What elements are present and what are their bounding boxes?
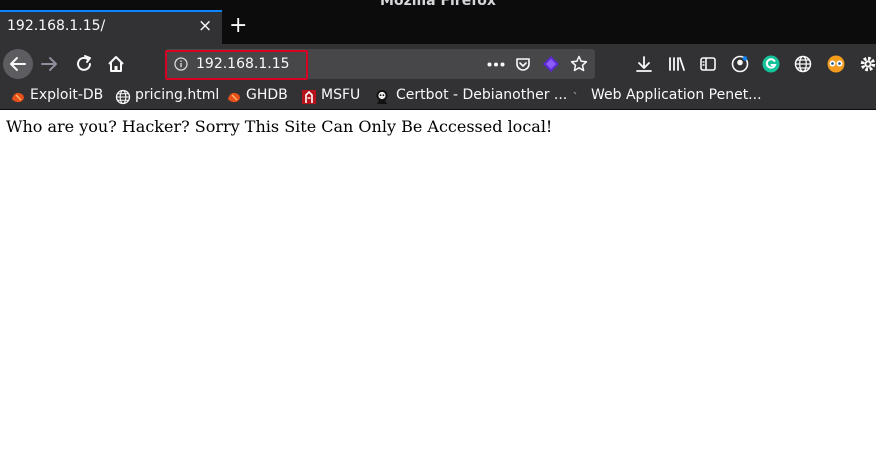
title-bar: Mozilla Firefox 192.168.1.15/ × + (0, 0, 876, 44)
bookmark-icon (573, 91, 577, 95)
msfu-icon (302, 90, 316, 104)
navigation-toolbar: 192.168.1.15 (0, 44, 876, 84)
grammarly-icon[interactable] (761, 54, 781, 74)
gear-icon[interactable] (857, 53, 876, 75)
exploit-db-icon (12, 92, 24, 103)
window-title: Mozilla Firefox (380, 0, 496, 9)
back-button[interactable] (3, 49, 33, 79)
url-text[interactable]: 192.168.1.15 (196, 56, 290, 72)
bookmark-ghdb[interactable]: GHDB (246, 87, 288, 103)
home-icon[interactable] (105, 53, 127, 75)
ghdb-icon (228, 92, 240, 103)
bookmark-exploit-db[interactable]: Exploit-DB (30, 87, 103, 103)
globe-icon (115, 89, 131, 105)
url-bar[interactable]: 192.168.1.15 (165, 49, 595, 80)
bookmarks-toolbar: Exploit-DB pricing.html GHDB MSFU Certbo… (0, 84, 876, 110)
reload-icon[interactable] (73, 53, 95, 75)
tab-title: 192.168.1.15/ (7, 18, 106, 34)
sidebar-icon[interactable] (698, 54, 718, 74)
bookmark-web-app-pentest[interactable]: Web Application Penet... (591, 87, 762, 103)
page-message: Who are you? Hacker? Sorry This Site Can… (6, 117, 553, 136)
globe-icon[interactable] (793, 54, 813, 74)
tab-close-button[interactable]: × (198, 16, 212, 36)
owl-extension-icon[interactable] (825, 54, 847, 74)
extension-diamond-icon[interactable] (542, 55, 560, 73)
certbot-icon (376, 90, 388, 104)
pocket-icon[interactable] (514, 56, 532, 74)
bookmark-msfu[interactable]: MSFU (321, 87, 360, 103)
library-icon[interactable] (666, 54, 686, 74)
tab-active[interactable]: 192.168.1.15/ × (0, 10, 222, 44)
new-tab-button[interactable]: + (229, 14, 247, 38)
page-actions-icon[interactable] (487, 62, 505, 67)
back-arrow-icon (10, 57, 26, 71)
forward-arrow-icon[interactable] (38, 54, 60, 74)
bookmark-certbot[interactable]: Certbot - Debianother ... (396, 87, 567, 103)
bookmark-pricing[interactable]: pricing.html (135, 87, 219, 103)
info-icon[interactable] (174, 57, 188, 71)
downloads-icon[interactable] (634, 54, 654, 74)
bookmark-star-icon[interactable] (570, 55, 588, 73)
account-icon[interactable] (730, 54, 750, 74)
